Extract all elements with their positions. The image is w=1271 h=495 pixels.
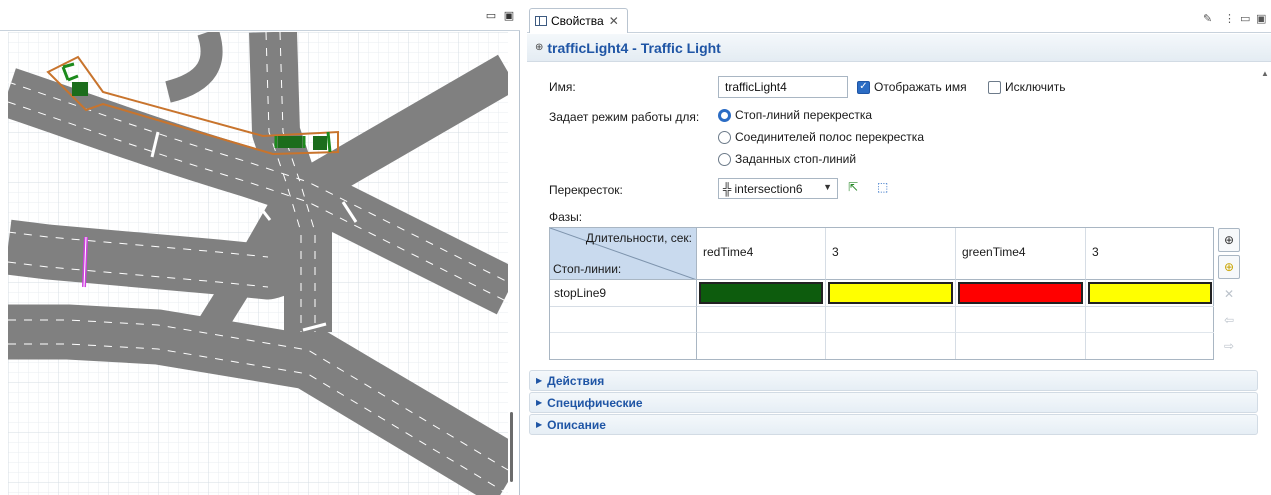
phase-cell-yellow[interactable] <box>826 280 956 307</box>
intersection-select[interactable]: ╬ intersection6 ▼ <box>718 178 838 199</box>
minimize-icon[interactable]: ▭ <box>485 9 497 22</box>
add-phase-button[interactable]: ⊕ <box>1218 228 1240 252</box>
show-name-checkbox[interactable]: ✓ Отображать имя <box>857 80 967 94</box>
properties-panel: Свойства ✕ ✎ ⋮ ▭ ▣ ⊕ trafficLight4 - Tra… <box>527 0 1271 495</box>
close-icon[interactable]: ✕ <box>609 14 619 28</box>
name-label: Имя: <box>549 80 576 94</box>
properties-icon <box>535 16 547 26</box>
phase-column-header[interactable]: redTime4 <box>697 228 826 280</box>
tab-properties-label: Свойства <box>551 14 604 28</box>
exclude-checkbox[interactable]: Исключить <box>988 80 1065 94</box>
phases-corner-header: Длительности, сек: Стоп-линии: <box>550 228 697 280</box>
table-row-label[interactable]: stopLine9 <box>550 280 697 307</box>
radio-lane-connectors[interactable]: Соединителей полос перекрестка <box>718 130 924 144</box>
intersection-label: Перекресток: <box>549 183 623 197</box>
intersection-value: intersection6 <box>734 181 803 196</box>
view-menu-icon[interactable]: ⋮ <box>1224 12 1235 25</box>
checkbox-checked-icon: ✓ <box>857 80 870 94</box>
move-right-icon: ⇨ <box>1223 339 1235 353</box>
delete-phase-button[interactable]: ✕ <box>1218 282 1240 306</box>
phase-column-header[interactable]: 3 <box>826 228 956 280</box>
phase-column-header[interactable]: greenTime4 <box>956 228 1086 280</box>
move-left-button[interactable]: ⇦ <box>1218 308 1240 332</box>
select-on-canvas-icon[interactable]: ⇱ <box>848 180 858 194</box>
maximize-icon[interactable]: ▣ <box>503 9 515 22</box>
traffic-light-icon: ⊕ <box>535 42 544 53</box>
move-right-button[interactable]: ⇨ <box>1218 334 1240 358</box>
section-label: Специфические <box>547 395 643 410</box>
section-description[interactable]: ▶ Описание <box>529 414 1258 435</box>
canvas-scrollbar[interactable] <box>510 412 513 482</box>
move-left-icon: ⇦ <box>1223 313 1235 327</box>
minimize-icon[interactable]: ▭ <box>1240 12 1250 25</box>
empty-row-cell <box>550 307 697 333</box>
empty-row-cell <box>697 307 826 333</box>
scroll-up-icon[interactable]: ▲ <box>1261 69 1269 78</box>
chevron-right-icon: ▶ <box>536 398 543 407</box>
empty-row-cell <box>826 307 956 333</box>
properties-title-bar: ⊕ trafficLight4 - Traffic Light <box>527 34 1271 62</box>
section-specific[interactable]: ▶ Специфические <box>529 392 1258 413</box>
intersection-icon: ╬ <box>723 181 732 196</box>
radio-label: Стоп-линий перекрестка <box>735 108 873 122</box>
empty-row-cell <box>826 333 956 359</box>
chevron-right-icon: ▶ <box>536 420 543 429</box>
empty-row-cell <box>550 333 697 359</box>
add-highlight-icon: ⊕ <box>1223 260 1235 274</box>
canvas-panel-header: ▭ ▣ <box>0 0 520 31</box>
phases-table[interactable]: Длительности, сек: Стоп-линии: redTime4 … <box>549 227 1214 360</box>
show-on-canvas-icon[interactable]: ⬚ <box>877 180 888 194</box>
radio-selected-icon <box>718 108 731 122</box>
empty-row-cell <box>956 333 1086 359</box>
exclude-label: Исключить <box>1005 80 1066 94</box>
road-network-canvas[interactable] <box>8 32 508 495</box>
mode-label: Задает режим работы для: <box>549 110 700 124</box>
phase-column-header[interactable]: 3 <box>1086 228 1214 280</box>
properties-form: Имя: ✓ Отображать имя Исключить Задает р… <box>527 62 1271 495</box>
road-network-drawing <box>8 32 508 495</box>
page-title: trafficLight4 - Traffic Light <box>547 39 721 56</box>
checkbox-unchecked-icon <box>988 80 1001 94</box>
maximize-icon[interactable]: ▣ <box>1256 12 1266 25</box>
radio-given-stoplines[interactable]: Заданных стоп-линий <box>718 152 856 166</box>
phase-cell-red[interactable] <box>956 280 1086 307</box>
tab-properties[interactable]: Свойства ✕ <box>529 8 628 33</box>
add-icon: ⊕ <box>1223 233 1235 247</box>
empty-row-cell <box>1086 333 1214 359</box>
durations-header: Длительности, сек: <box>585 231 692 245</box>
edit-icon[interactable]: ✎ <box>1203 12 1212 25</box>
add-phase-highlight-button[interactable]: ⊕ <box>1218 255 1240 279</box>
radio-unselected-icon <box>718 152 731 166</box>
section-actions[interactable]: ▶ Действия <box>529 370 1258 391</box>
empty-row-cell <box>956 307 1086 333</box>
delete-icon: ✕ <box>1223 287 1235 301</box>
empty-row-cell <box>1086 307 1214 333</box>
phase-cell-yellow[interactable] <box>1086 280 1214 307</box>
chevron-down-icon: ▼ <box>823 182 832 192</box>
canvas-panel: ▭ ▣ <box>0 0 520 495</box>
tab-bar: Свойства ✕ ✎ ⋮ ▭ ▣ <box>527 0 1271 33</box>
radio-unselected-icon <box>718 130 731 144</box>
empty-row-cell <box>697 333 826 359</box>
name-input[interactable] <box>718 76 848 98</box>
radio-intersection-stoplines[interactable]: Стоп-линий перекрестка <box>718 108 872 122</box>
phases-label: Фазы: <box>549 210 583 224</box>
show-name-label: Отображать имя <box>874 80 967 94</box>
radio-label: Заданных стоп-линий <box>735 152 857 166</box>
stoplines-header: Стоп-линии: <box>553 262 622 276</box>
section-label: Описание <box>547 417 606 432</box>
phase-cell-green[interactable] <box>697 280 826 307</box>
radio-label: Соединителей полос перекрестка <box>735 130 924 144</box>
chevron-right-icon: ▶ <box>536 376 543 385</box>
section-label: Действия <box>547 373 605 388</box>
